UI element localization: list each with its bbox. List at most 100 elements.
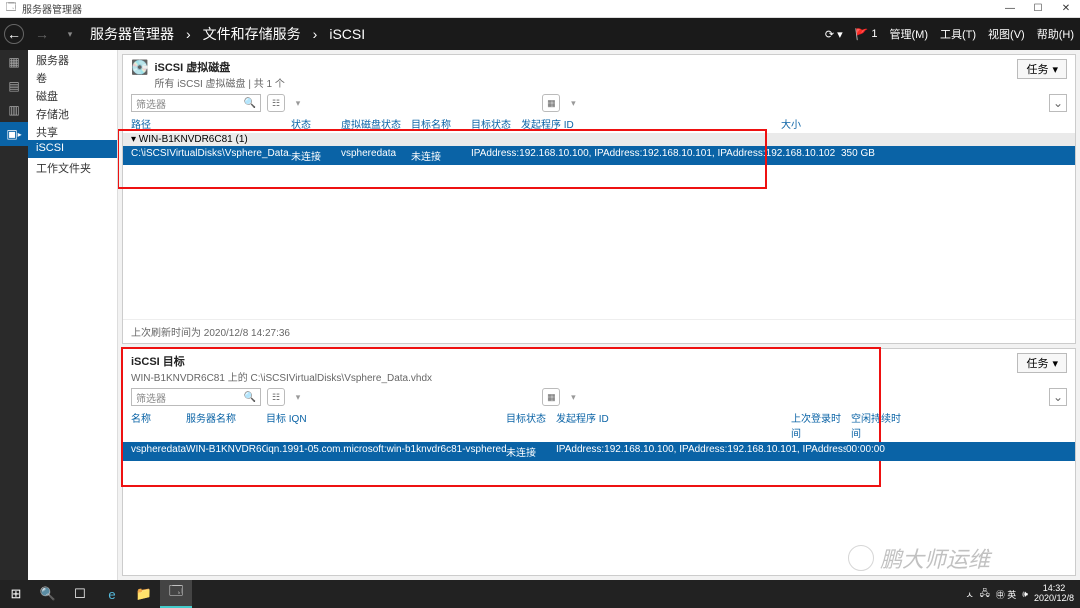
sidebar-item-workfolders[interactable]: 工作文件夹	[28, 158, 117, 176]
minimize-button[interactable]: —	[996, 0, 1024, 18]
filter-tags-button[interactable]: ☷	[267, 388, 285, 406]
sidebar: 服务器 卷 磁盘 存储池 共享 iSCSI 工作文件夹	[28, 50, 118, 580]
panel1-subtitle: 所有 iSCSI 虚拟磁盘 | 共 1 个	[154, 75, 284, 90]
tasks-button[interactable]: 任务▾	[1017, 353, 1067, 373]
cell-target-name: vspheredata	[341, 148, 411, 163]
col-target-status[interactable]: 目标状态	[506, 410, 556, 440]
disk-icon: 💽	[131, 59, 148, 76]
menu-tools[interactable]: 工具(T)	[934, 26, 982, 42]
search-icon[interactable]: 🔍	[244, 392, 256, 403]
watermark: 鹏大师运维	[848, 542, 990, 574]
breadcrumb-sep: ›	[180, 26, 197, 42]
refresh-button[interactable]: ⟳▾	[819, 28, 849, 41]
app-icon: 🗔	[4, 2, 18, 16]
breadcrumb-root[interactable]: 服务器管理器	[84, 24, 180, 44]
filter-view-button[interactable]: ▦	[542, 94, 560, 112]
rail-dashboard-icon[interactable]: ▦	[0, 50, 28, 74]
panel1-title: iSCSI 虚拟磁盘	[154, 59, 284, 75]
tray-up-icon[interactable]: ㅅ	[965, 588, 973, 601]
sound-icon[interactable]: 🕪	[1022, 589, 1028, 600]
last-refresh-label: 上次刷新时间为 2020/12/8 14:27:36	[123, 319, 1075, 343]
chevron-down-icon[interactable]: ▾	[566, 94, 580, 112]
expand-button[interactable]: ⌄	[1049, 388, 1067, 406]
explorer-icon[interactable]: 📁	[128, 580, 160, 608]
cell-size: 350 GB	[841, 148, 901, 163]
cell-path: C:\iSCSIVirtualDisks\Vsphere_Data.vhdx	[131, 148, 291, 163]
sidebar-item-shares[interactable]: 共享	[28, 122, 117, 140]
col-size[interactable]: 大小	[781, 116, 841, 131]
system-tray[interactable]: ㅅ 🖧 ㊥ 英 🕪 14:32 2020/12/8	[965, 584, 1080, 604]
rail-all-icon[interactable]: ▥	[0, 98, 28, 122]
start-button[interactable]: ⊞	[0, 580, 32, 608]
filter-bar: 筛选器🔍 ☷ ▾ ▦ ▾ ⌄	[123, 386, 1075, 408]
target-table-header: 名称 服务器名称 目标 IQN 目标状态 发起程序 ID 上次登录时间 空闲持续…	[123, 408, 1075, 442]
col-name[interactable]: 名称	[131, 410, 186, 440]
sidebar-item-pools[interactable]: 存储池	[28, 104, 117, 122]
ime-indicator[interactable]: ㊥ 英	[996, 588, 1017, 601]
left-rail: ▦ ▤ ▥ ▣▸	[0, 50, 28, 580]
tasks-button[interactable]: 任务▾	[1017, 59, 1067, 79]
group-header[interactable]: ▾ WIN-B1KNVDR6C81 (1)	[123, 133, 1075, 146]
panel2-title: iSCSI 目标	[131, 353, 432, 369]
col-target-status[interactable]: 目标状态	[471, 116, 521, 131]
vdisk-table-header: 路径 状态 虚拟磁盘状态 目标名称 目标状态 发起程序 ID 大小	[123, 114, 1075, 133]
nav-forward-button[interactable]: →	[28, 20, 56, 48]
expand-button[interactable]: ⌄	[1049, 94, 1067, 112]
col-idle[interactable]: 空闲持续时间	[851, 410, 911, 440]
cell-initiator-id: IPAddress:192.168.10.100, IPAddress:192.…	[556, 444, 846, 459]
rail-file-icon[interactable]: ▣▸	[0, 122, 28, 146]
sidebar-item-disks[interactable]: 磁盘	[28, 86, 117, 104]
search-icon[interactable]: 🔍	[244, 98, 256, 109]
network-icon[interactable]: 🖧	[980, 586, 990, 602]
filter-input[interactable]: 筛选器🔍	[131, 388, 261, 406]
window-title: 服务器管理器	[22, 1, 82, 16]
col-path[interactable]: 路径	[131, 116, 291, 131]
panel-vdisks: 💽 iSCSI 虚拟磁盘 所有 iSCSI 虚拟磁盘 | 共 1 个 任务▾ 筛…	[122, 54, 1076, 344]
server-manager-icon[interactable]: 🗔	[160, 580, 192, 608]
col-target-name[interactable]: 目标名称	[411, 116, 471, 131]
col-initiator-id[interactable]: 发起程序 ID	[521, 116, 781, 131]
filter-view-button[interactable]: ▦	[542, 388, 560, 406]
filter-tags-button[interactable]: ☷	[267, 94, 285, 112]
chevron-down-icon[interactable]: ▾	[566, 388, 580, 406]
table-row[interactable]: vspheredata WIN-B1KNVDR6C81 iqn.1991-05.…	[123, 442, 1075, 461]
body: ▦ ▤ ▥ ▣▸ 服务器 卷 磁盘 存储池 共享 iSCSI 工作文件夹 💽 i…	[0, 50, 1080, 580]
taskview-button[interactable]: ☐	[64, 580, 96, 608]
watermark-logo-icon	[848, 545, 874, 571]
cell-initiator-id: IPAddress:192.168.10.100, IPAddress:192.…	[471, 148, 841, 163]
col-initiator-id[interactable]: 发起程序 ID	[556, 410, 791, 440]
col-iqn[interactable]: 目标 IQN	[266, 410, 506, 440]
sidebar-item-servers[interactable]: 服务器	[28, 50, 117, 68]
breadcrumb-level2[interactable]: 文件和存储服务	[197, 24, 307, 44]
cell-name: vspheredata	[131, 444, 186, 459]
col-server[interactable]: 服务器名称	[186, 410, 266, 440]
sidebar-item-volumes[interactable]: 卷	[28, 68, 117, 86]
menu-manage[interactable]: 管理(M)	[884, 26, 935, 42]
maximize-button[interactable]: ☐	[1024, 0, 1052, 18]
close-button[interactable]: ✕	[1052, 0, 1080, 18]
sidebar-item-iscsi[interactable]: iSCSI	[28, 140, 117, 158]
breadcrumb-level3[interactable]: iSCSI	[323, 26, 371, 42]
header-bar: ← → ▾ 服务器管理器 › 文件和存储服务 › iSCSI ⟳▾ 🚩1 管理(…	[0, 18, 1080, 50]
chevron-down-icon[interactable]: ▾	[291, 388, 305, 406]
rail-servers-icon[interactable]: ▤	[0, 74, 28, 98]
menu-help[interactable]: 帮助(H)	[1031, 26, 1080, 42]
nav-dropdown-button[interactable]: ▾	[56, 20, 84, 48]
table-row[interactable]: C:\iSCSIVirtualDisks\Vsphere_Data.vhdx 未…	[123, 146, 1075, 165]
col-last-login[interactable]: 上次登录时间	[791, 410, 851, 440]
search-button[interactable]: 🔍	[32, 580, 64, 608]
cell-target-status: 未连接	[506, 444, 556, 459]
ie-icon[interactable]: e	[96, 580, 128, 608]
filter-input[interactable]: 筛选器🔍	[131, 94, 261, 112]
col-status[interactable]: 状态	[291, 116, 341, 131]
vdisk-table-body: ▾ WIN-B1KNVDR6C81 (1) C:\iSCSIVirtualDis…	[123, 133, 1075, 319]
nav-back-button[interactable]: ←	[4, 24, 24, 44]
panel2-subtitle: WIN-B1KNVDR6C81 上的 C:\iSCSIVirtualDisks\…	[131, 369, 432, 384]
col-vdisk-status[interactable]: 虚拟磁盘状态	[341, 116, 411, 131]
watermark-text: 鹏大师运维	[880, 542, 990, 574]
chevron-down-icon[interactable]: ▾	[291, 94, 305, 112]
notifications-flag[interactable]: 🚩1	[849, 28, 884, 41]
taskbar: ⊞ 🔍 ☐ e 📁 🗔 ㅅ 🖧 ㊥ 英 🕪 14:32 2020/12/8	[0, 580, 1080, 608]
clock[interactable]: 14:32 2020/12/8	[1034, 584, 1074, 604]
menu-view[interactable]: 视图(V)	[982, 26, 1031, 42]
